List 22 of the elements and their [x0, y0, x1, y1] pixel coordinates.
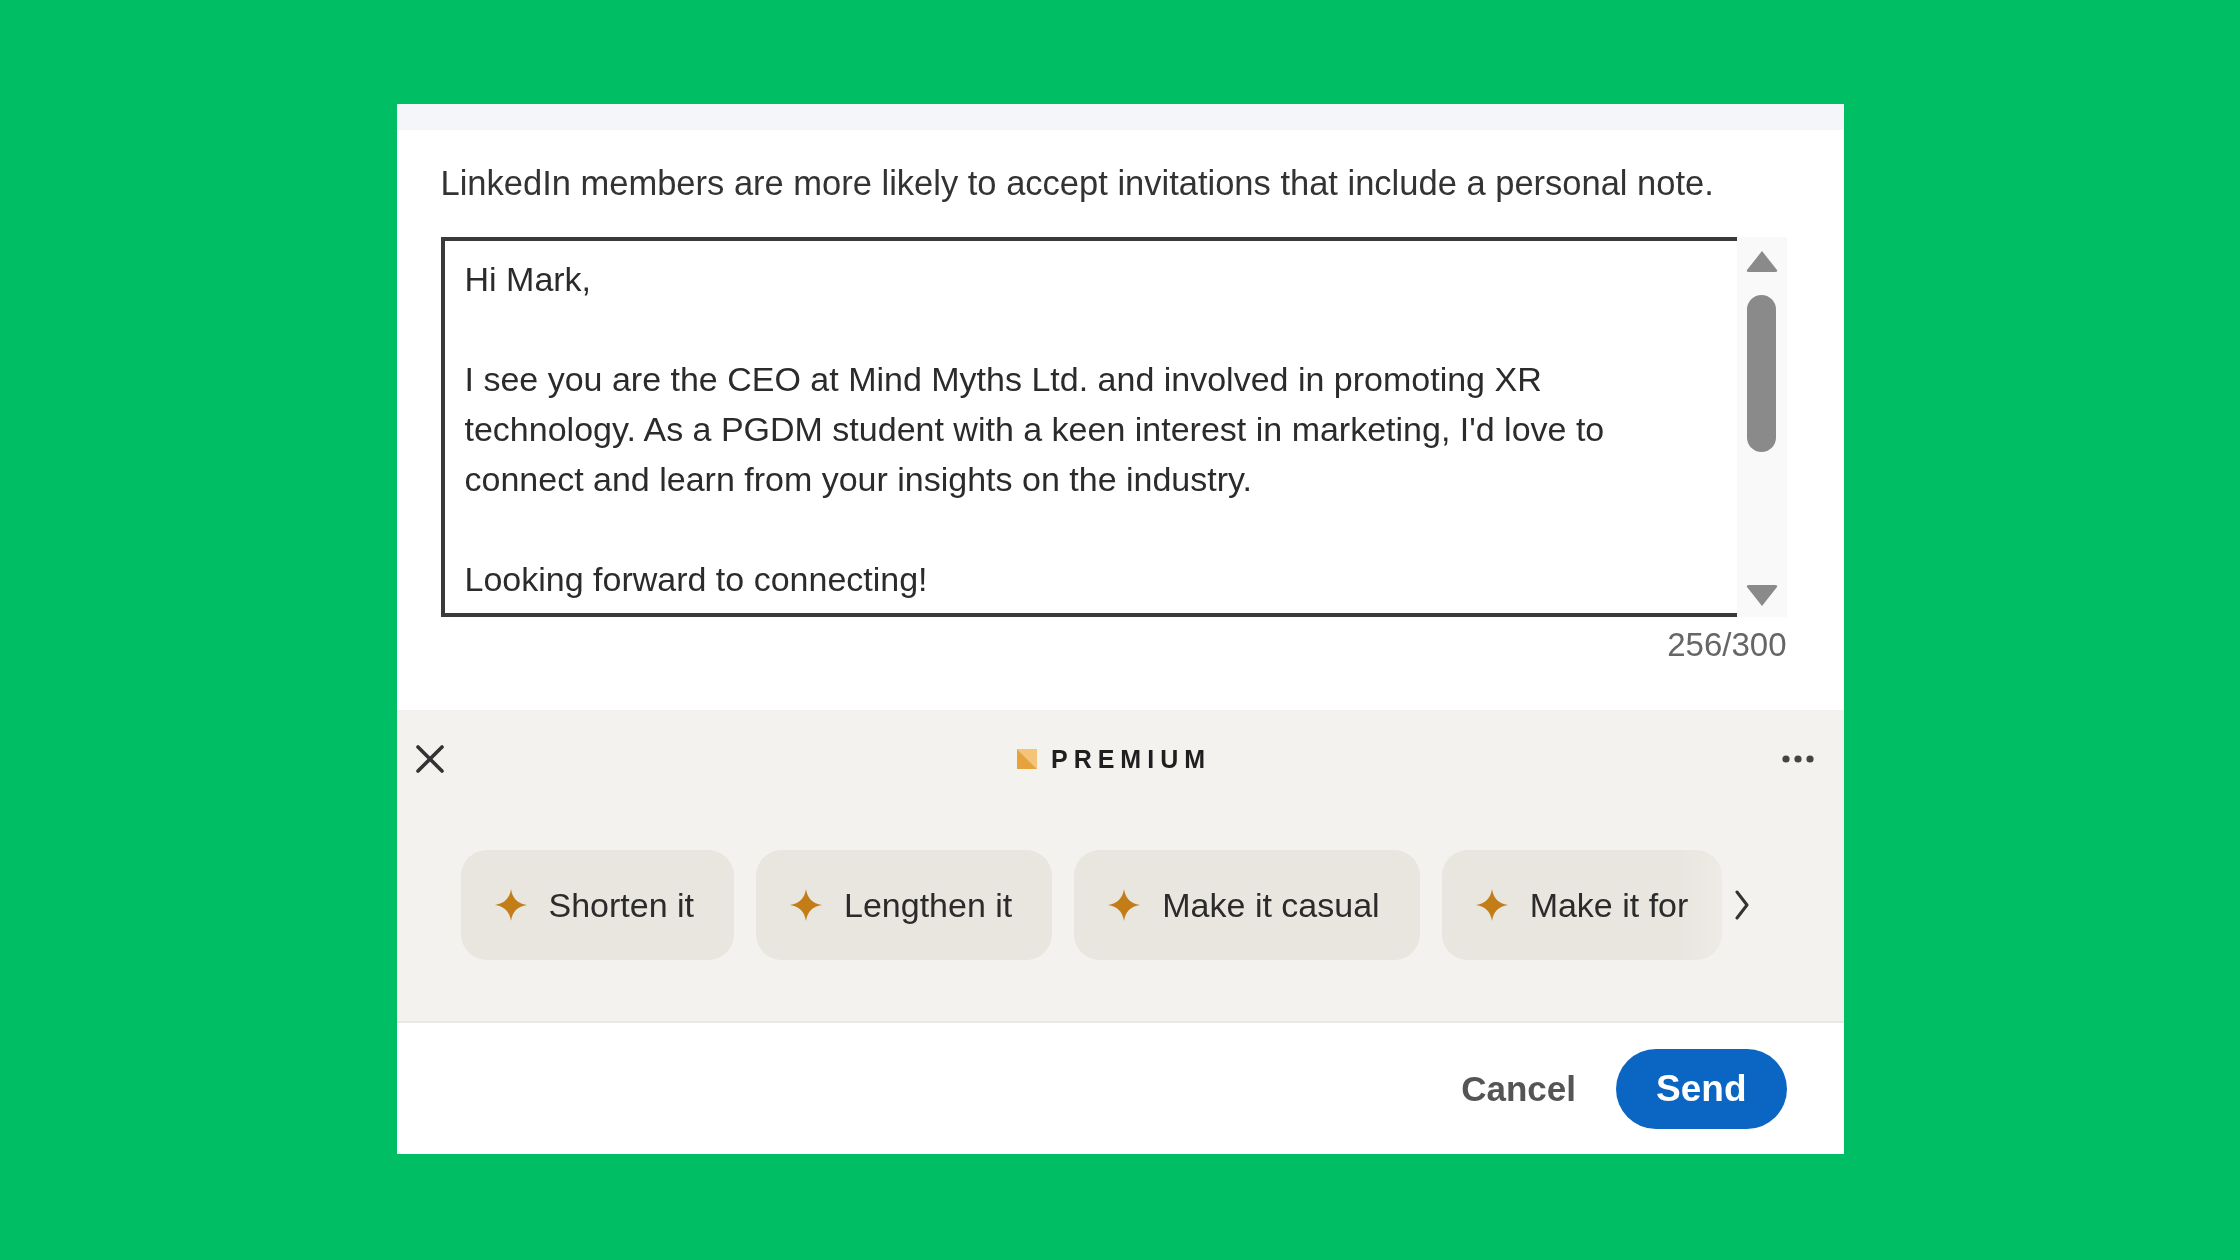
sparkle-icon [790, 889, 823, 921]
chevron-right-icon[interactable] [1734, 890, 1751, 920]
suggestion-chip[interactable]: Shorten it [460, 850, 735, 960]
hint-text: LinkedIn members are more likely to accept invitations that include a personal note. [440, 163, 1715, 203]
close-icon[interactable] [414, 744, 445, 774]
more-options-icon[interactable] [1781, 755, 1814, 763]
suggestion-chip[interactable]: Lengthen it [756, 850, 1053, 960]
suggestion-chip[interactable]: Make it for [1441, 850, 1723, 960]
cancel-button[interactable]: Cancel [1461, 1058, 1577, 1119]
character-counter: 256/300 [1667, 625, 1787, 665]
premium-icon [1016, 749, 1037, 769]
send-button[interactable]: Send [1616, 1048, 1787, 1129]
scroll-down-icon[interactable] [1745, 584, 1778, 607]
scrollbar[interactable] [1736, 237, 1787, 617]
suggestion-chip[interactable]: Make it casual [1074, 850, 1420, 960]
sparkle-icon [494, 889, 527, 921]
premium-label: PREMIUM [1050, 744, 1212, 774]
scrollbar-thumb[interactable] [1747, 295, 1776, 452]
scroll-up-icon[interactable] [1745, 250, 1778, 273]
sparkle-icon [1475, 889, 1508, 921]
sparkle-icon [1108, 889, 1141, 921]
message-field[interactable]: Hi Mark, I see you are the CEO at Mind Myths Ltd. and involved in promoting XR technology. As a PGDM student with a keen interest in marketing, I'd love to connect and learn from your insights on the industry. Looking forward to connecting! [440, 237, 1737, 617]
